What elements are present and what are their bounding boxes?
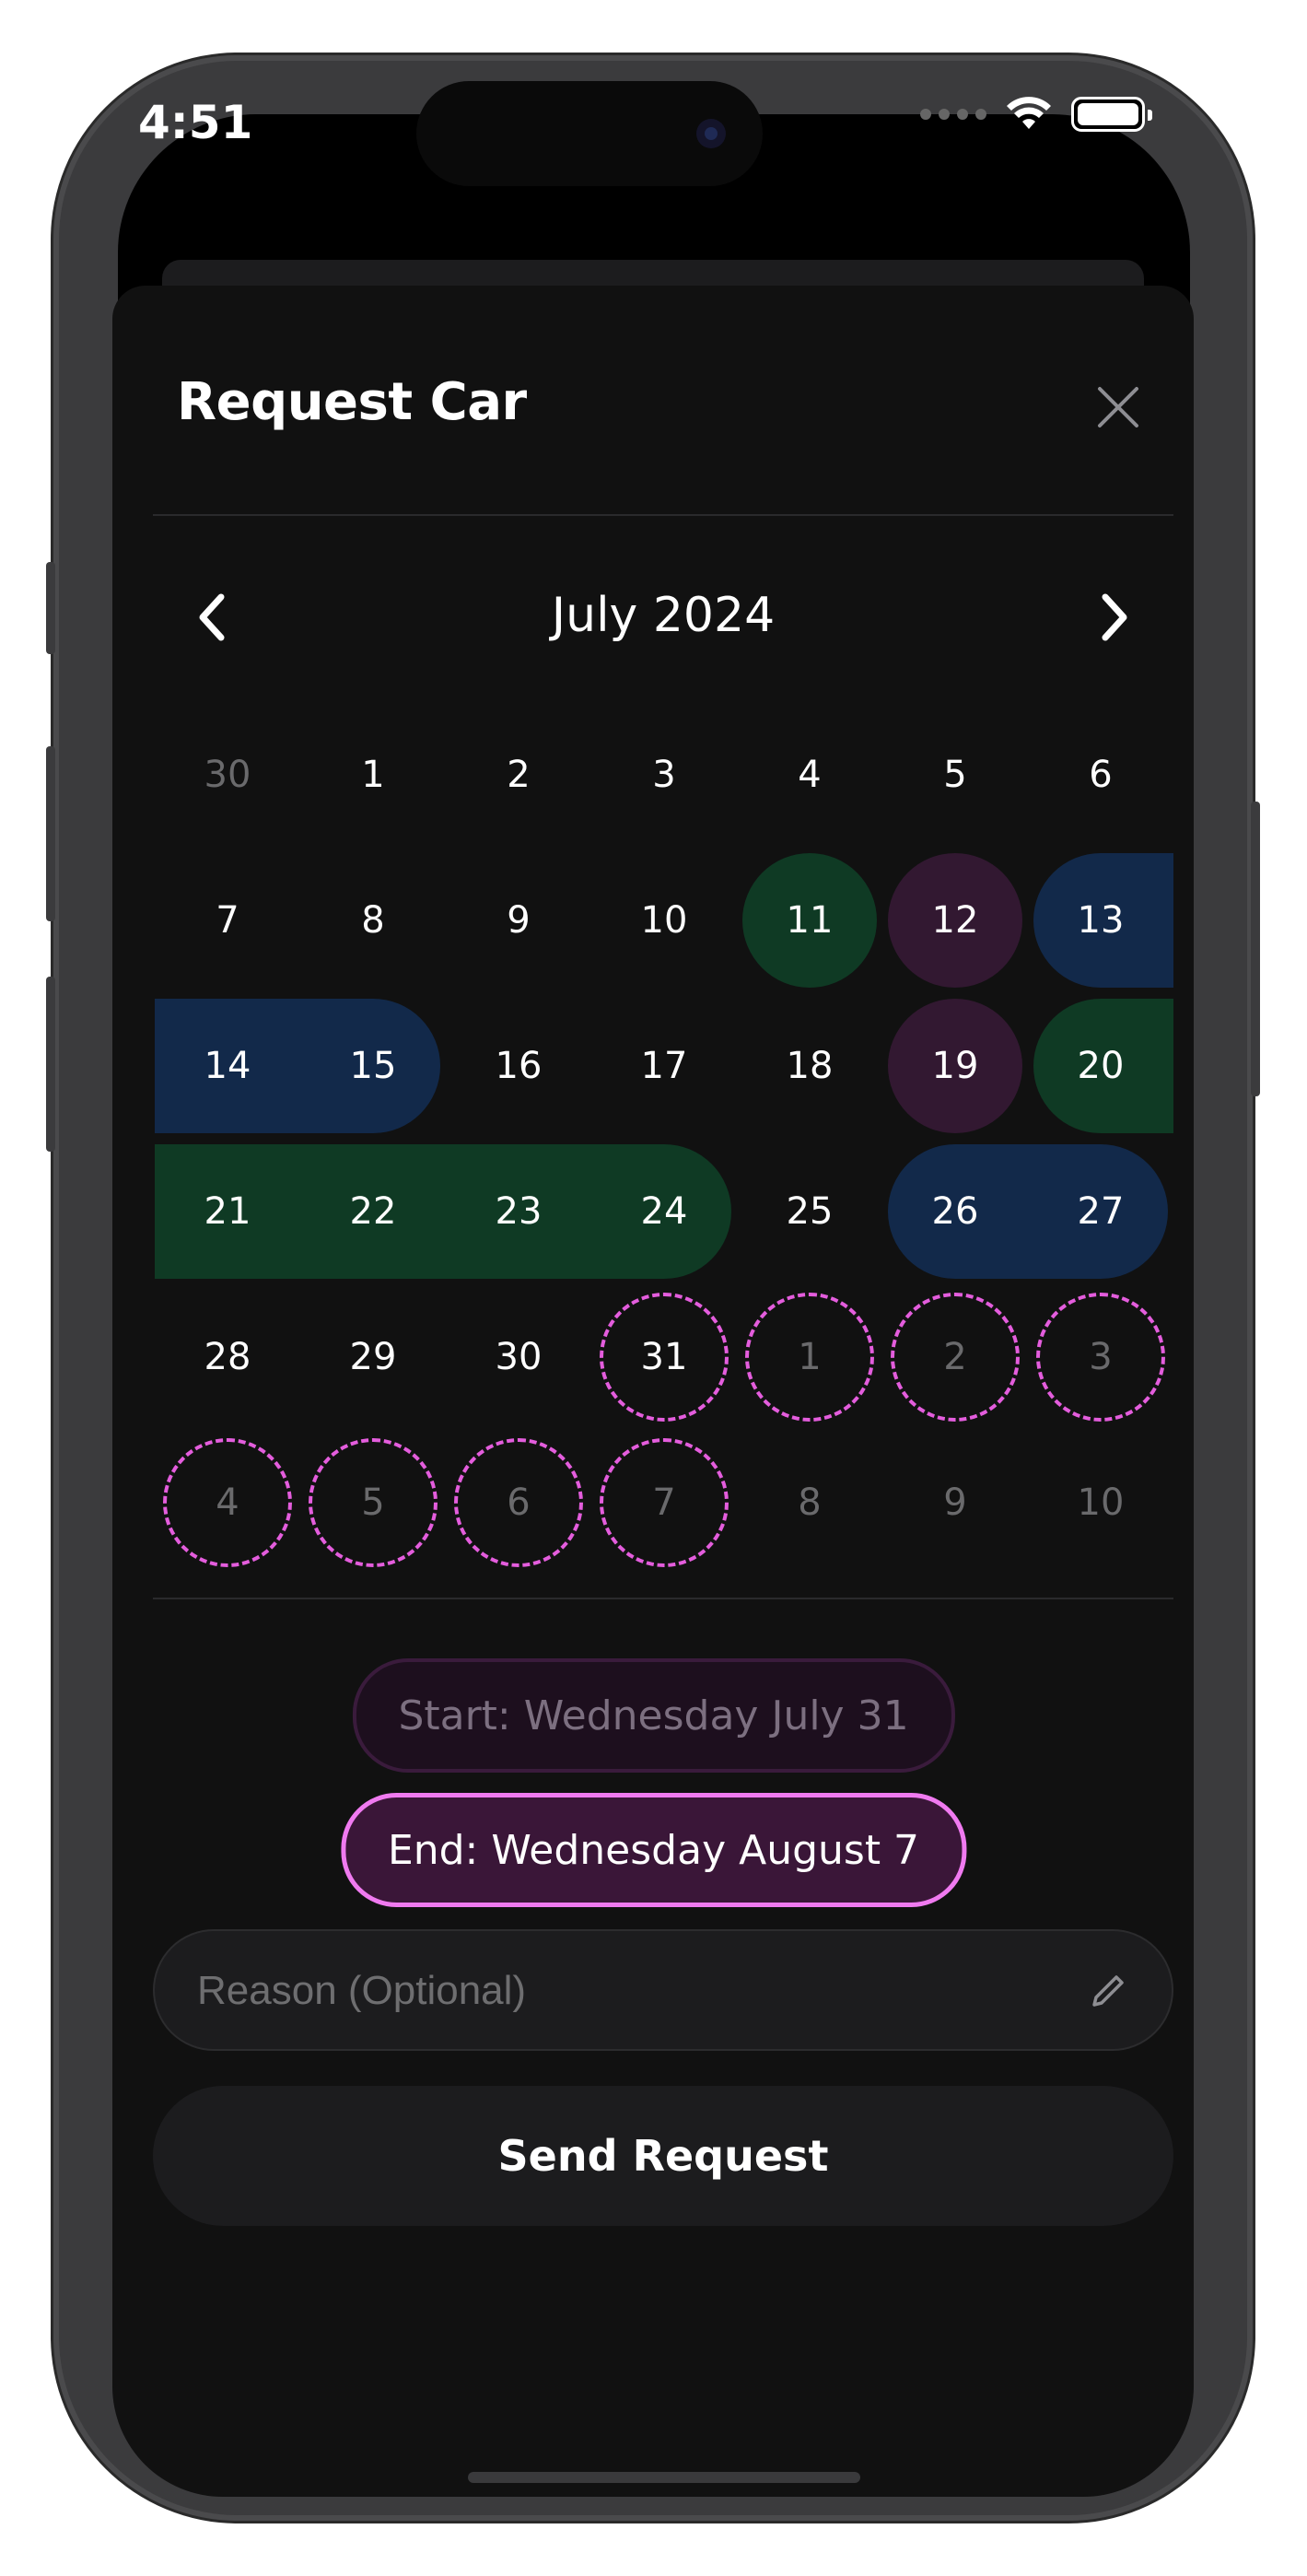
- calendar-day[interactable]: 30: [446, 1284, 591, 1430]
- send-request-button[interactable]: Send Request: [153, 2086, 1173, 2226]
- calendar-day[interactable]: 15: [300, 993, 446, 1139]
- calendar-day[interactable]: 10: [591, 848, 737, 993]
- calendar-day[interactable]: 30: [155, 702, 300, 848]
- end-date-pill[interactable]: End: Wednesday August 7: [340, 1793, 967, 1907]
- calendar-day[interactable]: 6: [1028, 702, 1173, 848]
- calendar-day[interactable]: 4: [155, 1430, 300, 1575]
- volume-up-button: [46, 746, 55, 921]
- dynamic-island: [416, 81, 763, 186]
- calendar-day[interactable]: 8: [300, 848, 446, 993]
- next-month-button[interactable]: [1078, 580, 1151, 654]
- calendar-day[interactable]: 4: [737, 702, 882, 848]
- month-title: July 2024: [551, 588, 776, 643]
- volume-down-button: [46, 977, 55, 1152]
- calendar-day[interactable]: 2: [882, 1284, 1028, 1430]
- calendar-day[interactable]: 5: [300, 1430, 446, 1575]
- reason-field[interactable]: [153, 1929, 1173, 2051]
- calendar-day[interactable]: 1: [737, 1284, 882, 1430]
- calendar-day[interactable]: 21: [155, 1139, 300, 1284]
- calendar-day[interactable]: 17: [591, 993, 737, 1139]
- calendar-day[interactable]: 10: [1028, 1430, 1173, 1575]
- power-button: [1251, 802, 1260, 1096]
- calendar-day[interactable]: 27: [1028, 1139, 1173, 1284]
- camera-icon: [696, 119, 726, 148]
- chevron-right-icon: [1102, 593, 1127, 641]
- calendar-day[interactable]: 12: [882, 848, 1028, 993]
- close-icon[interactable]: [1091, 380, 1146, 435]
- calendar-day[interactable]: 11: [737, 848, 882, 993]
- calendar-day[interactable]: 8: [737, 1430, 882, 1575]
- calendar-day[interactable]: 19: [882, 993, 1028, 1139]
- status-icons: [920, 96, 1152, 133]
- reason-input[interactable]: [195, 1931, 1028, 2051]
- home-indicator: [468, 2472, 860, 2483]
- calendar-day[interactable]: 16: [446, 993, 591, 1139]
- calendar-divider: [153, 1598, 1173, 1599]
- action-button: [46, 562, 55, 654]
- wifi-icon: [1007, 97, 1051, 129]
- header-divider: [153, 514, 1173, 516]
- calendar-day[interactable]: 3: [1028, 1284, 1173, 1430]
- calendar-day[interactable]: 3: [591, 702, 737, 848]
- calendar-day[interactable]: 28: [155, 1284, 300, 1430]
- sheet-title: Request Car: [177, 372, 527, 432]
- calendar-day[interactable]: 23: [446, 1139, 591, 1284]
- calendar-day[interactable]: 18: [737, 993, 882, 1139]
- calendar-day[interactable]: 31: [591, 1284, 737, 1430]
- calendar-day[interactable]: 26: [882, 1139, 1028, 1284]
- calendar-day[interactable]: 22: [300, 1139, 446, 1284]
- calendar-day[interactable]: 9: [882, 1430, 1028, 1575]
- calendar-day[interactable]: 9: [446, 848, 591, 993]
- calendar-day[interactable]: 6: [446, 1430, 591, 1575]
- calendar-day[interactable]: 25: [737, 1139, 882, 1284]
- calendar-day[interactable]: 7: [591, 1430, 737, 1575]
- calendar-grid: 30 1 2 3 4 5 6 7 8 9 10 11 12 13 14 15 16 17 18 19 20 21 22 23 2…: [155, 702, 1173, 1567]
- start-date-pill[interactable]: Start: Wednesday July 31: [352, 1658, 955, 1773]
- calendar-day[interactable]: 14: [155, 993, 300, 1139]
- cellular-signal-icon: [920, 109, 986, 120]
- calendar-day[interactable]: 1: [300, 702, 446, 848]
- calendar-day[interactable]: 2: [446, 702, 591, 848]
- calendar-day[interactable]: 29: [300, 1284, 446, 1430]
- pencil-icon: [1092, 1975, 1124, 2007]
- calendar-day[interactable]: 20: [1028, 993, 1173, 1139]
- calendar-day[interactable]: 13: [1028, 848, 1173, 993]
- calendar-day[interactable]: 24: [591, 1139, 737, 1284]
- calendar-day[interactable]: 5: [882, 702, 1028, 848]
- calendar-day[interactable]: 7: [155, 848, 300, 993]
- month-navigation: July 2024: [153, 571, 1173, 663]
- battery-icon: [1071, 97, 1152, 132]
- status-time: 4:51: [138, 96, 253, 149]
